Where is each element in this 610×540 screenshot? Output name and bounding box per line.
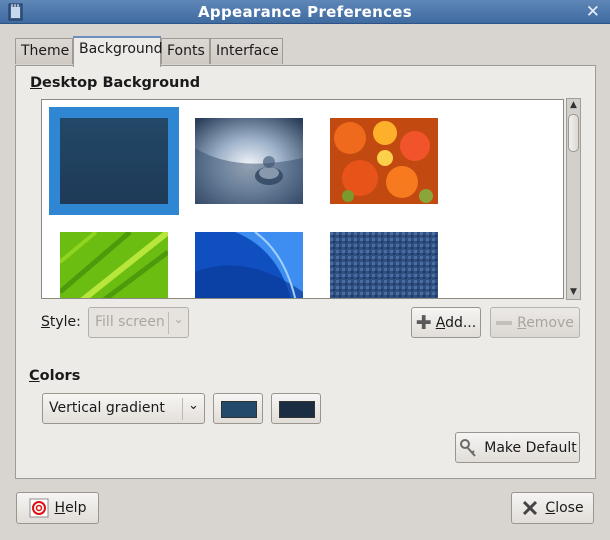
secondary-color-swatch	[279, 401, 315, 418]
wallpaper-blue-fabric[interactable]	[330, 232, 438, 299]
keys-icon	[460, 438, 476, 457]
primary-color-button[interactable]	[213, 393, 263, 424]
scroll-down-icon[interactable]: ▼	[567, 286, 580, 299]
title-bar: Appearance Preferences ✕	[0, 0, 610, 24]
make-default-button[interactable]: Make Default	[455, 432, 580, 463]
chevron-down-icon: ⌄	[182, 398, 204, 420]
colors-heading: Colors	[29, 368, 81, 384]
tab-interface[interactable]: Interface	[210, 38, 283, 64]
add-button[interactable]: ✚ Add...	[411, 307, 481, 338]
color-mode-value: Vertical gradient	[49, 400, 165, 416]
style-value: Fill screen	[95, 314, 165, 330]
help-icon	[29, 498, 49, 518]
wallpaper-blue-waves[interactable]	[195, 232, 303, 299]
wallpaper-solid-blue[interactable]	[60, 118, 168, 204]
remove-button[interactable]: Remove	[490, 307, 580, 338]
tab-background-label: Background	[79, 41, 163, 57]
help-button[interactable]: Help	[16, 492, 99, 524]
secondary-color-button[interactable]	[271, 393, 321, 424]
wallpaper-scrollbar[interactable]: ▲ ▼	[566, 98, 581, 300]
tab-theme-label: Theme	[21, 43, 70, 59]
wallpaper-list[interactable]	[41, 99, 564, 299]
scroll-thumb[interactable]	[568, 114, 579, 152]
make-default-label: Make Default	[484, 439, 577, 456]
close-button-label: Close	[545, 500, 584, 516]
style-dropdown[interactable]: Fill screen ⌄	[88, 307, 189, 338]
scroll-up-icon[interactable]: ▲	[567, 99, 580, 112]
style-label: Style:	[41, 314, 81, 330]
tab-fonts[interactable]: Fonts	[161, 38, 210, 64]
tab-interface-label: Interface	[216, 43, 279, 59]
color-mode-dropdown[interactable]: Vertical gradient ⌄	[42, 393, 205, 424]
wallpaper-green-leaf[interactable]	[60, 232, 168, 299]
help-button-label: Help	[54, 500, 87, 516]
desktop-background-heading: Desktop Background	[30, 75, 201, 91]
tab-background[interactable]: Background	[73, 36, 163, 67]
close-icon	[523, 500, 538, 516]
remove-icon	[496, 320, 513, 325]
remove-button-label: Remove	[517, 314, 574, 331]
tab-fonts-label: Fonts	[167, 43, 205, 59]
chevron-down-icon: ⌄	[168, 312, 188, 334]
close-button[interactable]: Close	[511, 492, 594, 524]
window-close-icon[interactable]: ✕	[586, 2, 600, 22]
window-title: Appearance Preferences	[198, 3, 412, 21]
primary-color-swatch	[221, 401, 257, 418]
wallpaper-water-drop[interactable]	[195, 118, 303, 204]
tab-theme[interactable]: Theme	[15, 38, 73, 64]
add-button-label: Add...	[435, 314, 477, 331]
wallpaper-orange-flowers[interactable]	[330, 118, 438, 204]
add-icon: ✚	[415, 311, 432, 334]
